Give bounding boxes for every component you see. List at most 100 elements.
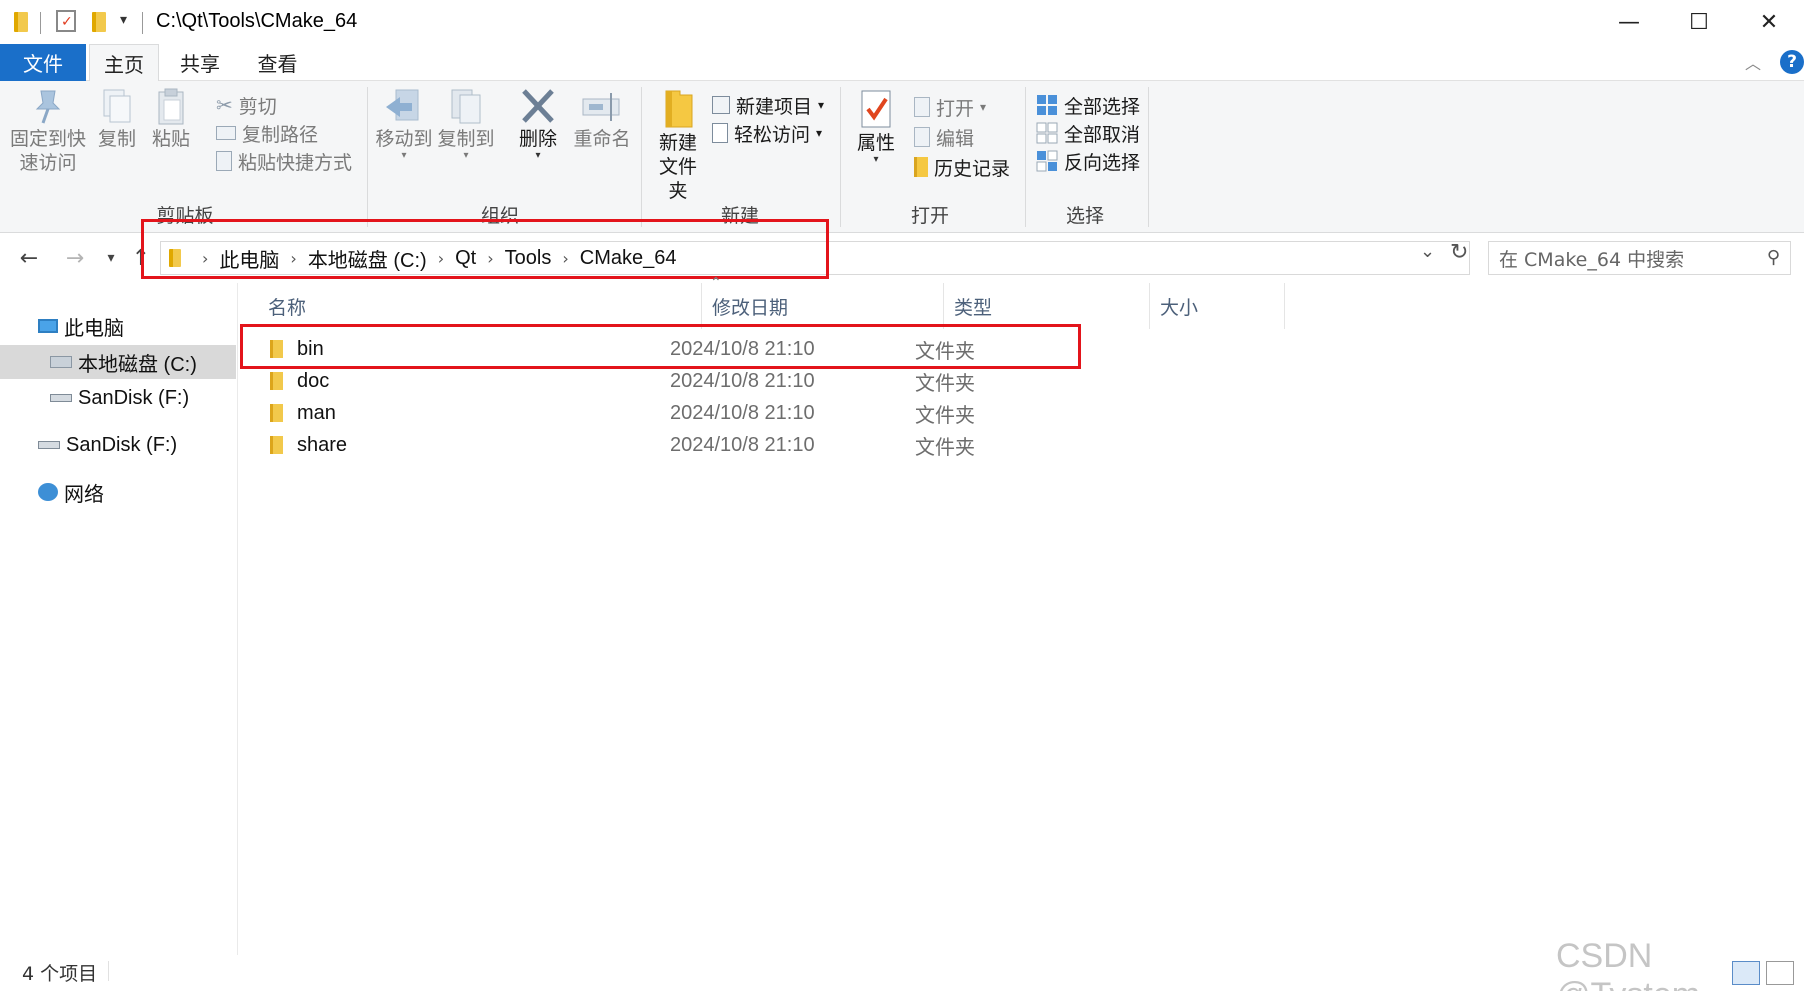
minimize-button[interactable]: — bbox=[1594, 0, 1664, 44]
invert-selection-button[interactable]: 反向选择 bbox=[1036, 147, 1140, 175]
invert-selection-icon bbox=[1036, 150, 1058, 172]
easy-access-button[interactable]: 轻松访问 ▾ bbox=[712, 119, 822, 147]
dropdown-arrow-icon: ▾ bbox=[873, 154, 879, 165]
open-label: 打开 bbox=[936, 97, 975, 120]
tab-share[interactable]: 共享 bbox=[165, 44, 235, 81]
column-header-name[interactable]: 名称 bbox=[240, 283, 702, 329]
copy-to-label: 复制到 bbox=[437, 128, 495, 150]
select-group-label: 选择 bbox=[1065, 205, 1104, 227]
nav-item-local-disk[interactable]: 本地磁盘 (C:) bbox=[0, 345, 236, 379]
file-name: share bbox=[297, 433, 348, 456]
copy-button[interactable]: 复制 bbox=[92, 87, 142, 151]
open-icon bbox=[914, 97, 930, 117]
copy-to-button[interactable]: 复制到 ▾ bbox=[436, 87, 496, 161]
computer-icon bbox=[38, 319, 58, 333]
title-bar: ✓ ▾ C:\Qt\Tools\CMake_64 — ☐ ✕ bbox=[0, 0, 1804, 44]
open-button[interactable]: 打开 ▾ bbox=[914, 93, 986, 121]
usb-drive-icon bbox=[50, 394, 72, 402]
pin-label-2: 速访问 bbox=[19, 152, 77, 174]
properties-label: 属性 bbox=[856, 132, 895, 154]
refresh-icon[interactable]: ↻ bbox=[1450, 240, 1468, 265]
drive-icon bbox=[50, 356, 72, 368]
new-folder-quick-icon[interactable] bbox=[92, 12, 106, 32]
navigation-pane: 此电脑 本地磁盘 (C:) SanDisk (F:) SanDisk (F:) … bbox=[0, 283, 238, 955]
group-divider bbox=[1025, 87, 1026, 227]
new-folder-icon bbox=[665, 90, 693, 128]
copy-path-button[interactable]: 复制路径 bbox=[216, 119, 318, 147]
address-history-dropdown-icon[interactable]: ⌄ bbox=[1420, 241, 1435, 262]
move-to-label: 移动到 bbox=[375, 128, 433, 150]
move-to-button[interactable]: 移动到 ▾ bbox=[374, 87, 434, 161]
nav-item-this-pc[interactable]: 此电脑 bbox=[0, 309, 124, 343]
address-row: ← → ▾ ↑ › 此电脑 › 本地磁盘 (C:) › Qt › Tools ›… bbox=[0, 219, 1804, 283]
new-folder-label-1: 新建 bbox=[658, 132, 697, 154]
history-label: 历史记录 bbox=[934, 157, 1011, 180]
edit-button[interactable]: 编辑 bbox=[914, 123, 974, 151]
search-placeholder: 在 CMake_64 中搜索 bbox=[1499, 248, 1685, 271]
file-type: 文件夹 bbox=[915, 434, 975, 459]
properties-button[interactable]: 属性 ▾ bbox=[848, 87, 904, 165]
dropdown-arrow-icon: ▾ bbox=[818, 98, 825, 112]
file-name: man bbox=[297, 401, 336, 424]
dropdown-arrow-icon: ▾ bbox=[463, 150, 469, 161]
paste-button[interactable]: 粘贴 bbox=[146, 87, 196, 151]
column-header-size[interactable]: 大小 bbox=[1150, 283, 1285, 329]
paste-shortcut-button[interactable]: 粘贴快捷方式 bbox=[216, 147, 352, 175]
close-button[interactable]: ✕ bbox=[1734, 0, 1804, 44]
move-to-icon bbox=[386, 89, 419, 121]
table-row[interactable]: man 2024/10/8 21:10 文件夹 bbox=[240, 397, 1080, 429]
nav-item-sandisk[interactable]: SanDisk (F:) bbox=[0, 428, 177, 462]
rename-icon bbox=[582, 93, 620, 121]
ribbon-tabs: 文件 主页 共享 查看 ︿ ? bbox=[0, 44, 1804, 82]
select-none-button[interactable]: 全部取消 bbox=[1036, 119, 1140, 147]
history-button[interactable]: 历史记录 bbox=[914, 153, 1010, 181]
easy-access-label: 轻松访问 bbox=[734, 123, 811, 146]
customize-quick-access-icon[interactable]: ▾ bbox=[120, 12, 127, 28]
search-input[interactable]: 在 CMake_64 中搜索 ⚲ bbox=[1488, 241, 1791, 275]
select-all-button[interactable]: 全部选择 bbox=[1036, 91, 1140, 119]
table-row[interactable]: share 2024/10/8 21:10 文件夹 bbox=[240, 429, 1080, 461]
folder-icon bbox=[270, 436, 283, 454]
tab-home[interactable]: 主页 bbox=[89, 44, 159, 82]
copy-icon bbox=[103, 89, 131, 123]
nav-item-label: SanDisk (F:) bbox=[66, 433, 178, 456]
new-folder-button[interactable]: 新建 文件夹 bbox=[650, 87, 706, 203]
tab-file[interactable]: 文件 bbox=[0, 44, 86, 81]
file-date: 2024/10/8 21:10 bbox=[670, 433, 815, 456]
new-item-button[interactable]: 新建项目 ▾ bbox=[712, 91, 824, 119]
new-folder-label-2: 文件夹 bbox=[658, 156, 697, 202]
forward-arrow-icon[interactable]: → bbox=[60, 243, 90, 273]
table-row[interactable]: doc 2024/10/8 21:10 文件夹 bbox=[240, 365, 1080, 397]
properties-quick-icon[interactable]: ✓ bbox=[56, 10, 76, 32]
group-divider bbox=[840, 87, 841, 227]
easy-access-icon bbox=[712, 123, 728, 143]
nav-item-label: SanDisk (F:) bbox=[78, 386, 190, 409]
network-icon bbox=[38, 483, 58, 501]
item-count: 4 个项目 bbox=[22, 963, 98, 985]
rename-label: 重命名 bbox=[573, 128, 631, 150]
column-header-type[interactable]: 类型 bbox=[944, 283, 1150, 329]
invert-selection-label: 反向选择 bbox=[1064, 151, 1141, 174]
cut-button[interactable]: ✂ 剪切 bbox=[216, 91, 277, 119]
file-date: 2024/10/8 21:10 bbox=[670, 401, 815, 424]
dropdown-arrow-icon: ▾ bbox=[401, 150, 407, 161]
back-arrow-icon[interactable]: ← bbox=[14, 243, 44, 273]
tab-view[interactable]: 查看 bbox=[240, 44, 315, 81]
rename-button[interactable]: 重命名 bbox=[570, 87, 634, 151]
recent-locations-icon[interactable]: ▾ bbox=[96, 243, 126, 273]
scissors-icon: ✂ bbox=[216, 93, 233, 117]
column-header-date[interactable]: 修改日期 bbox=[702, 283, 944, 329]
delete-button[interactable]: 删除 ▾ bbox=[510, 87, 566, 161]
group-divider bbox=[367, 87, 368, 227]
maximize-button[interactable]: ☐ bbox=[1664, 0, 1734, 44]
search-icon[interactable]: ⚲ bbox=[1767, 247, 1780, 268]
help-icon[interactable]: ? bbox=[1780, 50, 1804, 74]
pin-to-quick-access-button[interactable]: 固定到快 速访问 bbox=[8, 87, 88, 175]
file-type: 文件夹 bbox=[915, 370, 975, 395]
collapse-ribbon-icon[interactable]: ︿ bbox=[1745, 50, 1761, 74]
nav-item-network[interactable]: 网络 bbox=[0, 475, 104, 509]
window-title: C:\Qt\Tools\CMake_64 bbox=[156, 10, 358, 32]
group-divider bbox=[1148, 87, 1149, 227]
nav-item-sandisk-sub[interactable]: SanDisk (F:) bbox=[0, 381, 189, 415]
select-all-icon bbox=[1037, 95, 1057, 115]
